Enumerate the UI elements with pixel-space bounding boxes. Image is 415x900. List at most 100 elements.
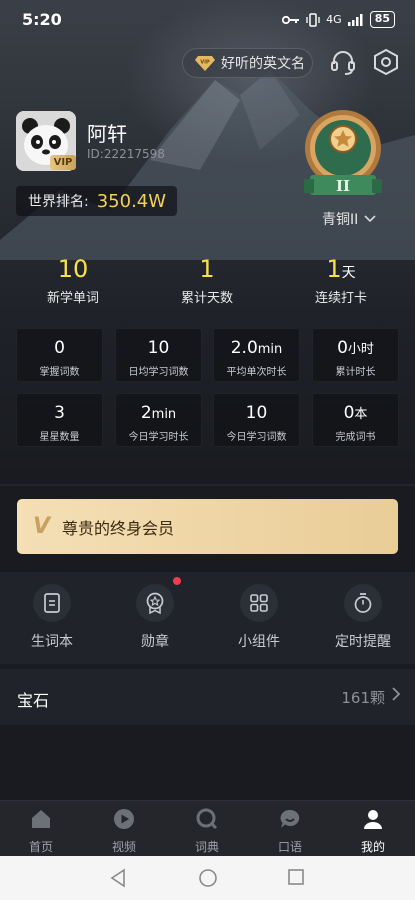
- vip-badge: VIP: [50, 155, 76, 170]
- menu-label: 定时提醒: [335, 634, 391, 650]
- stat-streak: 1天 连续打卡: [286, 255, 396, 306]
- grid-stat-unit: min: [151, 407, 177, 422]
- timer-icon: [354, 593, 372, 613]
- world-rank[interactable]: 世界排名: 350.4W: [16, 186, 177, 216]
- video-icon: [114, 809, 134, 829]
- menu-item-notebook[interactable]: 生词本: [12, 584, 92, 651]
- bottom-tab-bar: 首页 视频 词典 口语 我的: [0, 800, 415, 856]
- stat-label: 累计天数: [180, 291, 233, 306]
- network-type: 4G: [326, 13, 342, 26]
- battery-indicator: 85: [369, 11, 395, 28]
- grid-stat-unit: 本: [354, 407, 368, 422]
- status-bar: 5:20 4G 85: [0, 0, 415, 40]
- back-icon[interactable]: [109, 868, 127, 888]
- tab-video[interactable]: 视频: [94, 808, 154, 855]
- grid-stat-card: 3 星星数量: [16, 393, 103, 447]
- world-rank-value: 350.4W: [96, 190, 167, 212]
- grid-stat-card: 2min 今日学习时长: [115, 393, 202, 447]
- grid-stat-card: 10 今日学习词数: [213, 393, 300, 447]
- stat-total-days: 1 累计天数: [152, 255, 262, 306]
- section-divider: [0, 484, 415, 486]
- grid-stat-card: 10 日均学习词数: [115, 328, 202, 382]
- chevron-right-icon: [392, 687, 401, 701]
- grid-stat-value: 0: [337, 338, 348, 358]
- signal-icon: [347, 13, 363, 26]
- tab-dictionary[interactable]: 词典: [177, 808, 237, 855]
- menu-label: 生词本: [31, 634, 73, 650]
- user-name: 阿轩: [87, 122, 127, 146]
- tab-label: 词典: [194, 840, 219, 854]
- headset-icon[interactable]: [328, 47, 358, 77]
- stat-value: 1: [199, 255, 215, 283]
- status-time: 5:20: [22, 10, 62, 29]
- grid-stat-label: 完成词书: [335, 432, 376, 443]
- tab-label: 视频: [111, 840, 136, 854]
- gems-count: 161颗: [341, 689, 385, 707]
- profile-icon: [364, 810, 382, 829]
- grid-stat-value: 10: [245, 403, 268, 423]
- gems-row[interactable]: 宝石 161颗: [0, 669, 415, 725]
- user-id: ID:22217598: [87, 147, 165, 161]
- menu-label: 勋章: [141, 634, 169, 650]
- menu-item-medals[interactable]: 勋章: [115, 577, 195, 651]
- grid-stat-unit: 小时: [347, 342, 374, 357]
- grid-stat-value: 2.0: [230, 338, 258, 358]
- tab-label: 我的: [360, 840, 385, 854]
- vip-banner-text: 尊贵的终身会员: [62, 518, 175, 538]
- grid-stat-value: 0: [54, 338, 65, 358]
- grid-stat-value: 2: [140, 403, 152, 423]
- grid-stat-card: 0小时 累计时长: [312, 328, 399, 382]
- menu-label: 小组件: [238, 634, 280, 650]
- stat-value: 10: [57, 255, 89, 283]
- grid-stat-label: 平均单次时长: [226, 367, 287, 378]
- tab-label: 首页: [28, 840, 53, 854]
- tab-speaking[interactable]: 口语: [260, 808, 320, 855]
- menu-item-timer[interactable]: 定时提醒: [323, 584, 403, 651]
- recents-icon[interactable]: [287, 868, 305, 886]
- grid-stat-label: 掌握词数: [39, 367, 80, 378]
- grid-stat-label: 星星数量: [39, 432, 80, 443]
- stat-new-words: 10 新学单词: [18, 255, 128, 306]
- feature-menu: 生词本 勋章 小组件 定时提醒: [0, 572, 415, 664]
- menu-item-widgets[interactable]: 小组件: [219, 584, 299, 651]
- tab-home[interactable]: 首页: [11, 808, 71, 855]
- grid-stat-card: 0本 完成词书: [312, 393, 399, 447]
- world-rank-label: 世界排名:: [28, 194, 89, 210]
- medal-icon: [146, 592, 164, 614]
- notification-dot: [173, 577, 181, 585]
- settings-hexagon-icon[interactable]: [371, 47, 401, 77]
- notebook-icon: [44, 593, 60, 613]
- stat-label: 新学单词: [46, 291, 99, 306]
- medal-level: II: [336, 177, 350, 195]
- grid-stat-unit: min: [257, 342, 283, 357]
- grid-stat-value: 3: [54, 403, 65, 423]
- status-icons: 4G 85: [282, 11, 395, 28]
- medal-name-selector[interactable]: 青铜II: [322, 209, 376, 229]
- grid-stat-label: 累计时长: [335, 367, 376, 378]
- vip-pill-label: 好听的英文名: [221, 56, 305, 72]
- stat-label: 连续打卡: [314, 291, 367, 306]
- speaking-icon: [280, 809, 300, 828]
- bronze-medal-icon[interactable]: II: [302, 107, 384, 203]
- stat-unit: 天: [341, 265, 356, 281]
- widgets-icon: [250, 594, 268, 612]
- home-circle-icon[interactable]: [198, 868, 218, 888]
- tab-profile[interactable]: 我的: [343, 808, 403, 855]
- gems-title: 宝石: [17, 691, 50, 710]
- grid-stat-value: 0: [343, 403, 355, 423]
- medal-name: 青铜II: [322, 212, 359, 228]
- svg-text:VIP: VIP: [200, 60, 210, 66]
- vibrate-icon: [306, 12, 320, 27]
- vip-diamond-icon: VIP: [195, 56, 215, 71]
- lifetime-vip-banner[interactable]: V 尊贵的终身会员: [17, 499, 398, 554]
- dictionary-icon: [196, 808, 218, 830]
- chevron-down-icon: [364, 215, 376, 223]
- key-icon: [282, 15, 300, 24]
- grid-stat-card: 0 掌握词数: [16, 328, 103, 382]
- grid-stat-label: 今日学习词数: [226, 432, 287, 443]
- grid-stat-label: 今日学习时长: [128, 432, 189, 443]
- tab-label: 口语: [277, 840, 302, 854]
- vip-nickname-pill[interactable]: VIP 好听的英文名: [182, 48, 313, 78]
- grid-stat-card: 2.0min 平均单次时长: [213, 328, 300, 382]
- home-icon: [32, 810, 50, 828]
